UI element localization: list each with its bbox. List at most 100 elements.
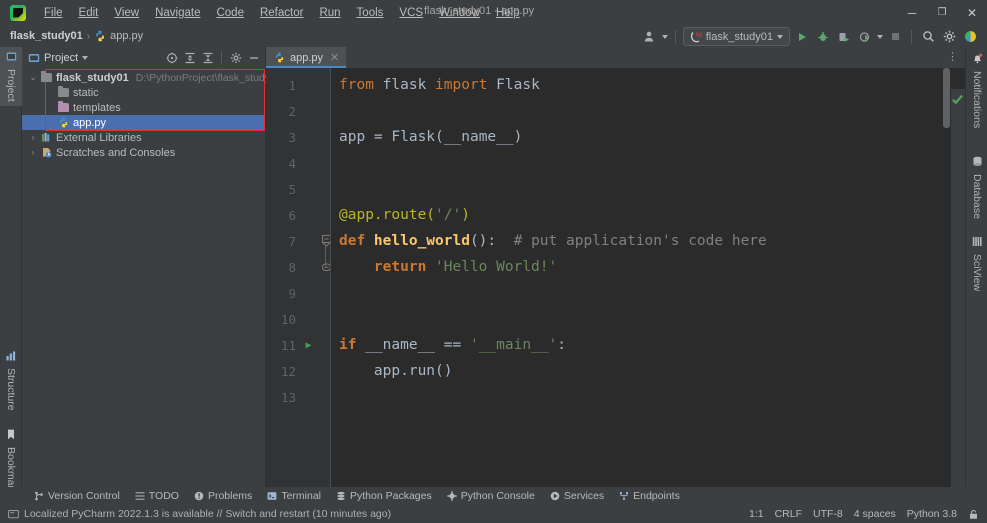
code-editor[interactable]: 1 2 3 4 5 6 7 8 9 10 11 ▶ 12 13 from fla… [266,68,965,487]
tree-node-static[interactable]: static [22,85,265,100]
close-button[interactable]: ✕ [957,0,987,25]
line-number: 2 [288,103,296,119]
svg-text:\u2715: \u2715 [696,32,702,38]
tree-label-app-py: app.py [73,116,107,129]
lock-icon[interactable] [968,509,979,520]
toolbar-divider-2 [911,29,912,44]
avatar[interactable] [961,28,979,46]
left-tool-strip: Project Structure Bookmarks [0,47,22,500]
menu-item-refactor[interactable]: Refactor [252,4,311,22]
menu-item-navigate[interactable]: Navigate [147,4,208,22]
minimize-button[interactable]: ─ [897,0,927,25]
editor-area: app.py ✕ ⋮ 1 2 3 4 5 6 7 8 9 10 11 ▶ 12 1… [266,47,965,487]
project-tree: ⌄ flask_study01 D:\PythonProject\flask_s… [22,69,282,160]
tool-button-services[interactable]: Services [544,488,610,504]
menu-item-edit[interactable]: Edit [71,4,107,22]
error-stripe-marker-strip[interactable] [951,89,965,487]
tool-button-python-console[interactable]: Python Console [441,488,541,504]
line-number: 11 [280,337,296,353]
run-configuration-selector[interactable]: \u2715 flask_study01 [682,27,790,46]
tab-app-py[interactable]: app.py ✕ [266,47,347,68]
branch-icon [34,491,44,501]
stop-button[interactable] [886,28,904,46]
run-button[interactable] [793,28,811,46]
code-line-12: app.run() [339,358,453,384]
project-panel-chevron-down-icon[interactable] [82,56,89,60]
python-interpreter[interactable]: Python 3.8 [907,508,957,520]
python-file-icon [56,117,70,128]
flask-config-icon: \u2715 [690,31,715,43]
run-with-coverage-button[interactable] [835,28,853,46]
project-settings-gear-icon[interactable] [227,50,244,67]
more-run-options-chevron-down-icon[interactable] [877,34,883,39]
menu-item-file[interactable]: File [36,4,71,22]
file-encoding[interactable]: UTF-8 [813,508,843,520]
line-number-gutter[interactable]: 1 2 3 4 5 6 7 8 9 10 11 ▶ 12 13 [266,68,332,487]
project-panel-title: Project [44,52,79,64]
code-lines[interactable]: from flask import Flask app = Flask(__na… [331,68,965,487]
run-config-chevron-down-icon[interactable] [777,34,783,39]
menu-item-view[interactable]: View [106,4,147,22]
tree-node-scratches-and-consoles[interactable]: › Scratches and Consoles [22,145,265,160]
line-separator[interactable]: CRLF [775,508,802,520]
sidebar-item-structure[interactable]: Structure [0,347,22,415]
expand-all-button[interactable] [181,50,198,67]
title-bar: File Edit View Navigate Code Refactor Ru… [0,0,987,25]
chevron-right-icon[interactable]: › [27,133,39,142]
tree-node-flask-study01[interactable]: ⌄ flask_study01 D:\PythonProject\flask_s… [22,70,282,85]
tool-label-python-console: Python Console [460,490,535,502]
chevron-down-icon[interactable]: ⌄ [27,73,39,82]
menu-item-tools[interactable]: Tools [349,4,392,22]
close-icon[interactable]: ✕ [330,51,339,64]
collapse-all-button[interactable] [199,50,216,67]
editor-options-icon[interactable]: ⋮ [947,50,959,63]
line-number: 8 [288,259,296,275]
tool-button-problems[interactable]: Problems [188,488,258,504]
maximize-button[interactable]: ❐ [927,0,957,25]
tool-button-todo[interactable]: TODO [129,488,185,504]
menu-item-code[interactable]: Code [208,4,252,22]
breadcrumb-file[interactable]: app.py [110,30,143,42]
hide-panel-button[interactable] [245,50,262,67]
pycharm-logo-icon [10,4,26,21]
structure-icon [6,351,16,364]
profile-button[interactable] [856,28,874,46]
user-account-button[interactable] [641,28,659,46]
tool-button-python-packages[interactable]: Python Packages [330,488,438,504]
select-opened-file-button[interactable] [163,50,180,67]
gear-icon[interactable] [940,28,958,46]
editor-vertical-scrollbar[interactable] [943,68,950,128]
project-icon [6,51,17,65]
run-gutter-icon[interactable]: ▶ [296,340,316,351]
sidebar-label-sciview: SciView [971,254,983,292]
packages-icon [336,491,346,501]
sidebar-item-notifications[interactable]: Notifications [966,49,987,132]
inspection-ok-icon[interactable] [951,93,964,109]
chevron-right-icon[interactable]: › [27,148,39,157]
tree-node-app-py[interactable]: app.py [22,115,265,130]
token-operator: == [443,337,470,353]
caret-position[interactable]: 1:1 [749,508,764,520]
status-message[interactable]: Localized PyCharm 2022.1.3 is available … [24,508,391,520]
sidebar-item-database[interactable]: Database [966,152,987,223]
search-icon[interactable] [919,28,937,46]
sidebar-item-sciview[interactable]: SciView [966,232,987,295]
breadcrumb-project[interactable]: flask_study01 [10,30,83,42]
breadcrumb: flask_study01 › app.py [10,30,143,42]
tree-node-templates[interactable]: templates [22,100,265,115]
sidebar-item-project[interactable]: Project [0,47,22,106]
debug-button[interactable] [814,28,832,46]
indent-setting[interactable]: 4 spaces [854,508,896,520]
sidebar-label-notifications: Notifications [971,71,983,129]
project-tool-window: Project ⌄ flask_study01 D:\PythonProject… [22,47,282,487]
tool-button-endpoints[interactable]: Endpoints [613,488,686,504]
status-message-area[interactable]: Localized PyCharm 2022.1.3 is available … [8,508,391,520]
menu-item-run[interactable]: Run [311,4,348,22]
token-keyword: def [339,233,374,249]
line-number: 9 [288,285,296,301]
tool-button-version-control[interactable]: Version Control [28,488,126,504]
user-account-chevron-down-icon[interactable] [661,34,668,39]
tree-node-external-libraries[interactable]: › External Libraries [22,130,265,145]
tool-button-terminal[interactable]: Terminal [261,488,327,504]
line-number: 6 [288,207,296,223]
